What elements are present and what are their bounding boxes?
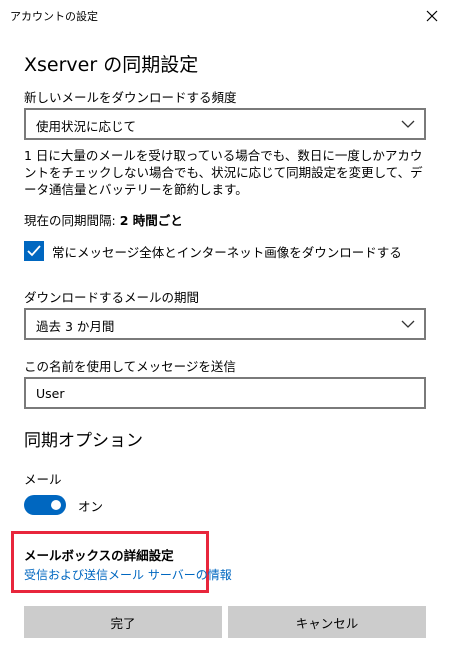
advanced-settings-title: メールボックスの詳細設定 [24,548,174,563]
full-message-checkbox-row[interactable]: 常にメッセージ全体とインターネット画像をダウンロードする [24,240,402,262]
download-period-label: ダウンロードするメールの期間 [24,290,200,305]
title-bar: アカウントの設定 [0,0,450,32]
sync-options-heading: 同期オプション [24,431,143,451]
mail-sync-toggle-state: オン [78,498,104,514]
cancel-button[interactable]: キャンセル [228,606,426,638]
window-title: アカウントの設定 [10,10,98,23]
mail-sync-label: メール [24,472,62,487]
download-frequency-label: 新しいメールをダウンロードする頻度 [24,90,237,105]
current-interval-label: 現在の同期間隔: [24,213,116,228]
download-period-value: 過去 3 か月間 [36,319,115,334]
server-settings-link[interactable]: 受信および送信メール サーバーの情報 [24,566,232,583]
mail-sync-toggle[interactable] [24,495,66,515]
account-settings-window: アカウントの設定 Xserver の同期設定 新しいメールをダウンロードする頻度… [0,0,450,649]
chevron-down-icon [401,320,415,328]
download-frequency-value: 使用状況に応じて [36,119,137,134]
sender-name-input[interactable] [24,377,426,409]
download-frequency-select[interactable]: 使用状況に応じて [24,108,426,140]
mail-sync-toggle-row[interactable]: オン [24,494,103,516]
done-button[interactable]: 完了 [24,606,222,638]
download-period-select[interactable]: 過去 3 か月間 [24,308,426,340]
current-sync-interval: 現在の同期間隔: 2 時間ごと [24,210,183,229]
chevron-down-icon [401,120,415,128]
full-message-checkbox[interactable] [24,241,44,261]
current-interval-value: 2 時間ごと [119,213,183,228]
close-icon [426,10,438,22]
page-title: Xserver の同期設定 [24,54,199,76]
sender-name-label: この名前を使用してメッセージを送信 [24,359,236,374]
sync-description: 1 日に大量のメールを受け取っている場合でも、数日に一度しかアカウントをチェック… [24,148,423,197]
toggle-knob [51,500,61,510]
close-button[interactable] [414,0,450,32]
checkmark-icon [27,245,41,257]
full-message-checkbox-label: 常にメッセージ全体とインターネット画像をダウンロードする [52,244,402,260]
